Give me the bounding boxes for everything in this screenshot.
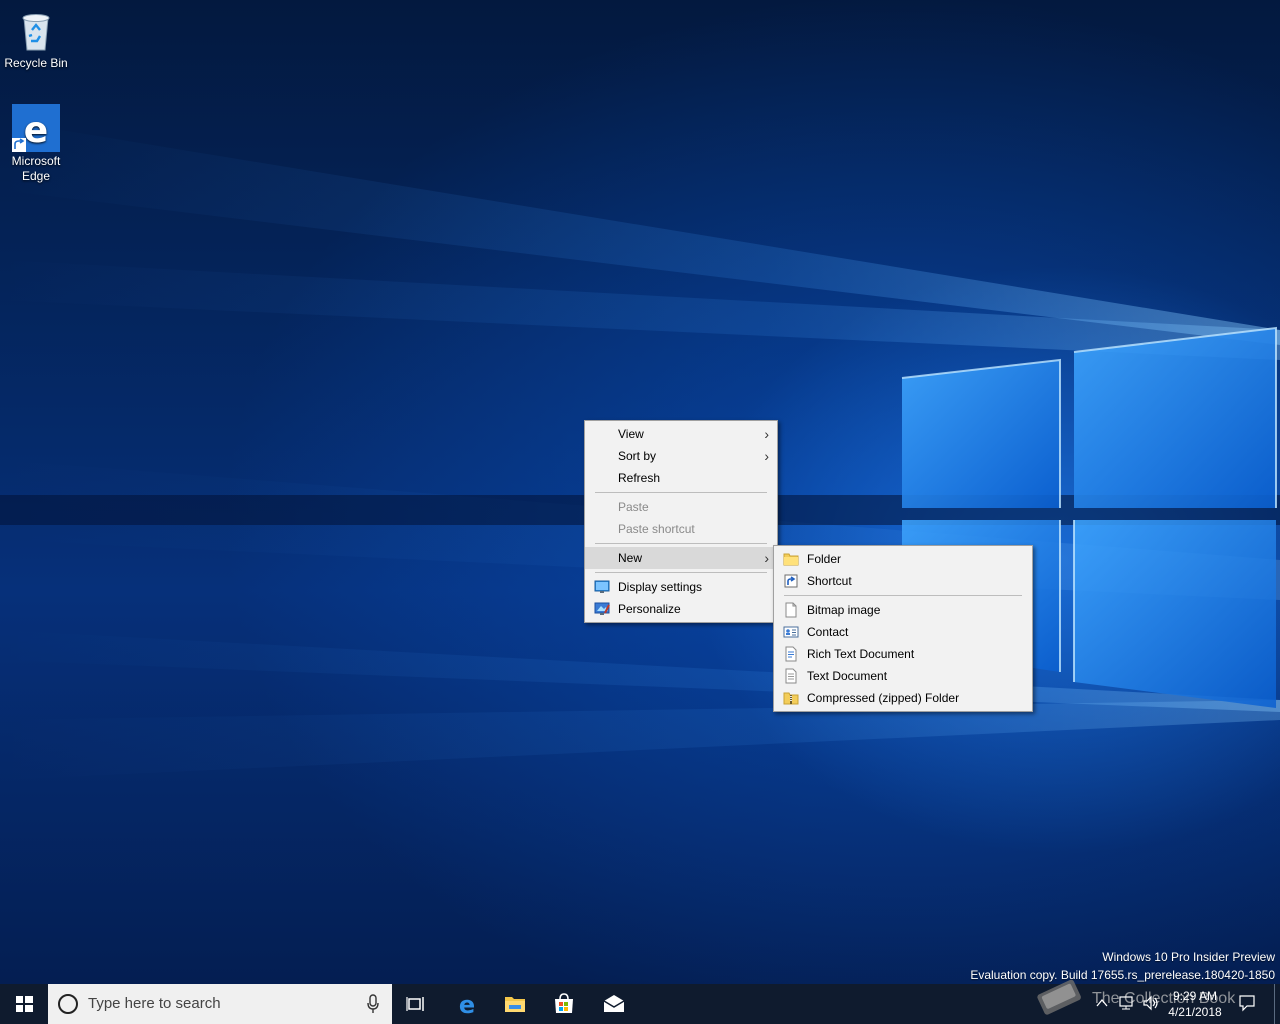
task-view-icon [406, 997, 424, 1011]
clock-time: 9:29 AM [1172, 989, 1218, 1003]
show-desktop-button[interactable] [1274, 984, 1275, 1024]
start-button[interactable] [0, 984, 48, 1024]
recycle-bin-label: Recycle Bin [4, 56, 68, 70]
zip-folder-icon [783, 692, 799, 705]
menu-item-label: View [618, 427, 644, 441]
menu-item-paste-shortcut: Paste shortcut [585, 518, 777, 540]
show-hidden-icons-icon[interactable] [1095, 996, 1109, 1010]
menu-item-personalize[interactable]: Personalize [585, 598, 777, 620]
shortcut-icon [784, 574, 798, 588]
edge-taskbar-button[interactable]: e [443, 984, 491, 1024]
menu-item-label: Paste [618, 500, 649, 514]
menu-item-label: Shortcut [807, 574, 852, 588]
menu-item-refresh[interactable]: Refresh [585, 467, 777, 489]
new-item-folder[interactable]: Folder [774, 548, 1032, 570]
cortana-icon [58, 994, 78, 1014]
menu-item-label: Bitmap image [807, 603, 881, 617]
recycle-bin-icon [12, 6, 60, 54]
chevron-right-icon: › [764, 550, 769, 566]
menu-item-label: Paste shortcut [618, 522, 695, 536]
menu-item-label: Text Document [807, 669, 888, 683]
menu-separator [595, 572, 767, 573]
folder-icon [783, 553, 799, 566]
bitmap-icon [785, 602, 797, 618]
network-icon[interactable] [1118, 995, 1136, 1011]
menu-item-label: Contact [807, 625, 849, 639]
menu-item-new[interactable]: New › [585, 547, 777, 569]
new-item-contact[interactable]: Contact [774, 621, 1032, 643]
new-item-shortcut[interactable]: Shortcut [774, 570, 1032, 592]
menu-separator [784, 595, 1022, 596]
contact-icon [783, 626, 799, 638]
file-explorer-icon [505, 997, 525, 1012]
menu-item-label: Personalize [618, 602, 681, 616]
menu-item-label: Rich Text Document [807, 647, 915, 661]
new-item-rich-text-document[interactable]: Rich Text Document [774, 643, 1032, 665]
new-item-bitmap-image[interactable]: Bitmap image [774, 599, 1032, 621]
chevron-right-icon: › [764, 426, 769, 442]
menu-item-sort-by[interactable]: Sort by › [585, 445, 777, 467]
menu-item-paste: Paste [585, 496, 777, 518]
edge-icon: e [459, 992, 475, 1016]
recycle-bin-shortcut[interactable]: Recycle Bin [0, 6, 72, 71]
menu-separator [595, 492, 767, 493]
text-document-icon [785, 668, 797, 684]
windows-logo-icon [16, 996, 33, 1012]
menu-item-label: Refresh [618, 471, 661, 485]
menu-item-label: Compressed (zipped) Folder [807, 691, 960, 705]
file-explorer-button[interactable] [491, 984, 539, 1024]
store-button[interactable] [540, 984, 588, 1024]
taskbar-search-box[interactable]: Type here to search [48, 984, 392, 1024]
microsoft-edge-shortcut[interactable]: e Microsoft Edge [0, 104, 72, 184]
menu-item-label: New [618, 551, 643, 565]
svg-text:e: e [459, 992, 475, 1016]
edge-label-line1: Microsoft [11, 154, 61, 168]
edge-label-line2: Edge [21, 169, 51, 183]
search-placeholder: Type here to search [88, 995, 221, 1012]
menu-item-label: Folder [807, 552, 842, 566]
menu-item-label: Sort by [618, 449, 657, 463]
microphone-icon[interactable] [366, 994, 380, 1014]
book-logo-icon [1037, 979, 1081, 1015]
display-icon [594, 580, 610, 593]
mail-button[interactable] [590, 984, 638, 1024]
clock-date: 4/21/2018 [1168, 1005, 1222, 1019]
desktop-context-menu: View › Sort by › Refresh Paste Paste sho… [584, 420, 778, 623]
build-watermark-line2: Evaluation copy. Build 17655.rs_prerelea… [970, 968, 1275, 982]
new-item-text-document[interactable]: Text Document [774, 665, 1032, 687]
system-clock[interactable]: 9:29 AM 4/21/2018 [1162, 988, 1228, 1020]
menu-separator [595, 543, 767, 544]
new-item-compressed-folder[interactable]: Compressed (zipped) Folder [774, 687, 1032, 709]
svg-text:e: e [24, 110, 48, 151]
mail-icon [603, 995, 625, 1012]
taskbar: Type here to search e The Collection Boo… [0, 979, 1280, 1024]
store-icon [555, 993, 573, 1013]
build-watermark-line1: Windows 10 Pro Insider Preview [1102, 950, 1275, 964]
menu-item-view[interactable]: View › [585, 423, 777, 445]
menu-item-display-settings[interactable]: Display settings [585, 576, 777, 598]
volume-icon[interactable] [1142, 995, 1160, 1011]
chevron-right-icon: › [764, 448, 769, 464]
menu-item-label: Display settings [618, 580, 703, 594]
rtf-icon [785, 646, 797, 662]
action-center-icon[interactable] [1238, 994, 1256, 1012]
task-view-button[interactable] [392, 984, 440, 1024]
edge-icon: e [12, 104, 60, 152]
new-submenu: Folder Shortcut Bitmap image Contact Ric… [773, 545, 1033, 712]
personalize-icon [594, 602, 610, 615]
